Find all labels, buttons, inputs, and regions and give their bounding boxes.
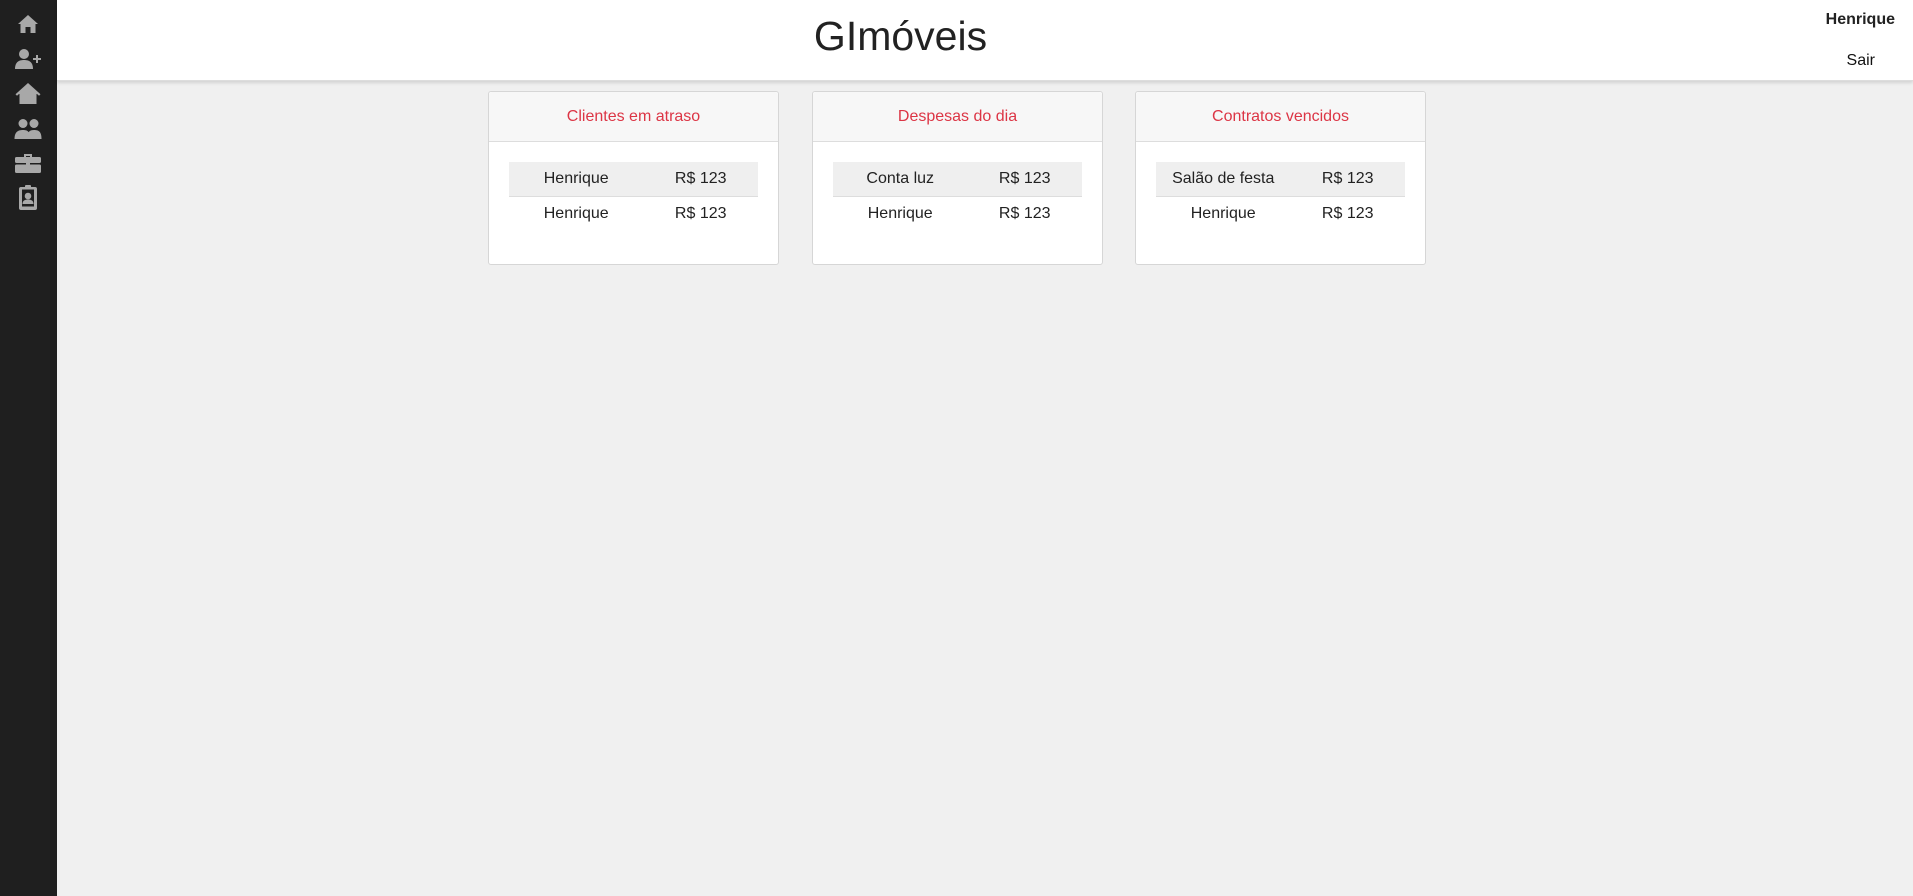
row-value: R$ 123 (1290, 162, 1405, 197)
user-name: Henrique (1825, 11, 1895, 28)
overdue-clients-card: Clientes em atraso Henrique R$ 123 Henri… (488, 91, 779, 265)
row-value: R$ 123 (967, 162, 1082, 197)
sidebar-item-add-user[interactable] (13, 45, 43, 73)
property-icon (15, 83, 41, 104)
app-title: GImóveis (813, 13, 988, 59)
table-row: Conta luz R$ 123 (833, 162, 1082, 197)
sidebar-item-contacts[interactable] (13, 184, 43, 212)
row-value: R$ 123 (674, 205, 727, 222)
table-row: Salão de festa R$ 123 (1156, 162, 1405, 197)
row-name: Henrique (1190, 205, 1256, 222)
add-user-icon (15, 49, 41, 69)
sidebar-item-home[interactable] (13, 10, 43, 38)
briefcase-icon (15, 154, 41, 173)
row-value: R$ 123 (998, 205, 1051, 222)
logout-link[interactable]: Sair (1847, 52, 1875, 70)
card-title: Clientes em atraso (489, 92, 778, 142)
card-title: Despesas do dia (813, 92, 1102, 142)
expired-contracts-table: Salão de festa R$ 123 Henrique R$ 123 (1156, 162, 1405, 231)
row-name: Conta luz (833, 162, 968, 197)
home-icon (18, 15, 38, 33)
row-name: Henrique (509, 162, 644, 197)
row-value: R$ 123 (1321, 205, 1374, 222)
users-icon (14, 119, 42, 139)
sidebar-item-users[interactable] (13, 115, 43, 143)
table-row: Henrique R$ 123 (509, 197, 758, 232)
row-name: Henrique (867, 205, 933, 222)
card-title: Contratos vencidos (1136, 92, 1425, 142)
row-value: R$ 123 (643, 162, 758, 197)
daily-expenses-card: Despesas do dia Conta luz R$ 123 Henriqu… (812, 91, 1103, 265)
table-row: Henrique R$ 123 (833, 197, 1082, 232)
contact-badge-icon (19, 185, 37, 210)
sidebar (0, 0, 57, 896)
sidebar-item-briefcase[interactable] (13, 149, 43, 177)
table-row: Henrique R$ 123 (509, 162, 758, 197)
overdue-clients-table: Henrique R$ 123 Henrique R$ 123 (509, 162, 758, 231)
row-name: Henrique (543, 205, 609, 222)
row-name: Salão de festa (1156, 162, 1291, 197)
sidebar-item-properties[interactable] (13, 80, 43, 108)
top-header: GImóveis Henrique Sair (57, 0, 1913, 81)
daily-expenses-table: Conta luz R$ 123 Henrique R$ 123 (833, 162, 1082, 231)
table-row: Henrique R$ 123 (1156, 197, 1405, 232)
expired-contracts-card: Contratos vencidos Salão de festa R$ 123… (1135, 91, 1426, 265)
